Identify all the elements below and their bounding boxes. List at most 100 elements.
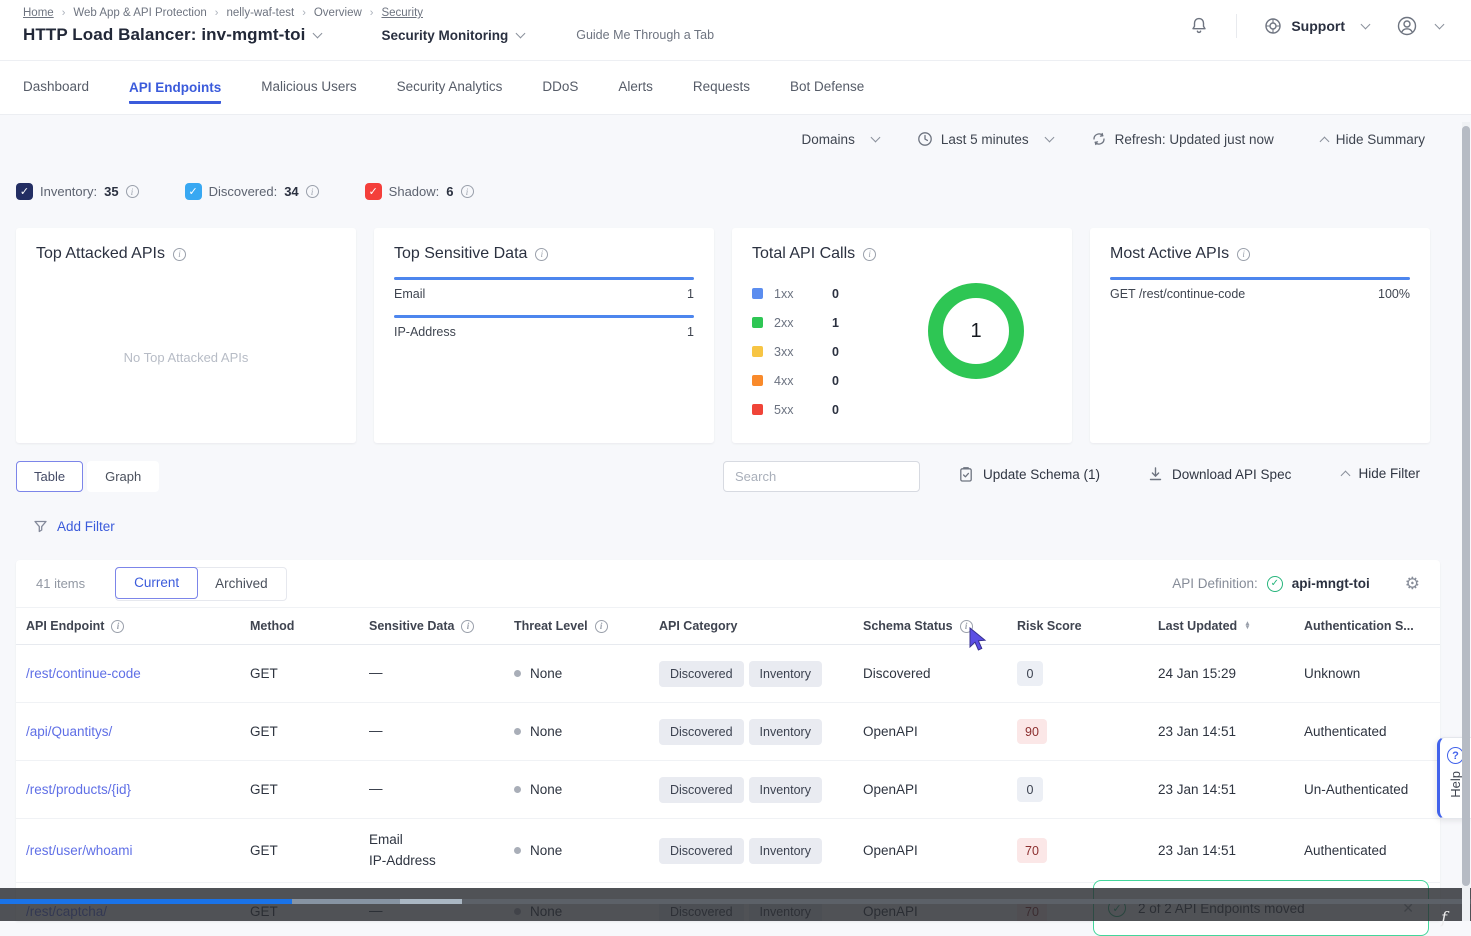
info-icon[interactable]: i [595,620,608,633]
empty-state-text: No Top Attacked APIs [16,350,356,365]
legend-swatch-4xx [752,375,763,386]
legend-value: 0 [832,403,839,417]
threat-level-cell: None [514,666,659,681]
breadcrumb-waap[interactable]: Web App & API Protection [73,7,206,19]
legend-swatch-1xx [752,288,763,299]
info-icon[interactable]: i [461,185,474,198]
info-icon[interactable]: i [306,185,319,198]
time-range-dropdown[interactable]: Last 5 minutes [917,131,1053,147]
info-icon[interactable]: i [863,248,876,261]
category-badge: Discovered [659,661,744,687]
endpoint-link[interactable]: /rest/user/whoami [26,843,250,858]
user-icon [1395,14,1419,38]
bar [394,277,694,280]
hide-summary-label: Hide Summary [1336,132,1425,147]
table-row: /api/Quantitys/ GET — None Discovered In… [16,703,1440,761]
api-definition: API Definition: ✓ api-mngt-toi ⚙ [1172,574,1420,594]
endpoint-link[interactable]: /rest/continue-code [26,666,250,681]
account-menu[interactable] [1395,14,1443,38]
info-icon[interactable]: i [126,185,139,198]
breadcrumb-home[interactable]: Home [23,7,54,19]
archived-filter-button[interactable]: Archived [197,568,286,600]
inventory-checkbox[interactable]: ✓ [16,183,33,200]
tab-bar: Dashboard API Endpoints Malicious Users … [0,61,1471,115]
info-icon[interactable]: i [960,620,973,633]
update-schema-button[interactable]: Update Schema (1) [958,466,1100,483]
tab-bot-defense[interactable]: Bot Defense [790,79,864,96]
tab-api-endpoints[interactable]: API Endpoints [129,80,221,104]
hide-summary-toggle[interactable]: Hide Summary [1312,132,1425,147]
download-api-spec-button[interactable]: Download API Spec [1148,466,1291,482]
card-total-api-calls: Total API Calls i 1xx0 2xx1 3xx0 4xx0 5x… [732,228,1072,443]
api-category-cell: Discovered Inventory [659,719,863,745]
funnel-icon [33,519,48,534]
endpoint-link[interactable]: /api/Quantitys/ [26,724,250,739]
breadcrumb-namespace[interactable]: nelly-waf-test [226,7,294,19]
hide-filter-label: Hide Filter [1358,466,1420,481]
chevron-down-icon [1435,20,1445,30]
metric-label: IP-Address [394,325,456,339]
tab-security-analytics[interactable]: Security Analytics [397,79,503,96]
threat-dot-icon [514,786,521,793]
current-filter-button[interactable]: Current [115,567,198,599]
schema-status-cell: OpenAPI [863,782,1017,797]
auth-state-cell: Authenticated [1304,843,1440,858]
domains-dropdown[interactable]: Domains [802,132,879,147]
tab-requests[interactable]: Requests [693,79,750,96]
method-cell: GET [250,666,369,681]
shadow-checkbox[interactable]: ✓ [365,183,382,200]
tab-malicious-users[interactable]: Malicious Users [261,79,356,96]
chevron-down-icon[interactable] [516,29,526,39]
info-icon[interactable]: i [1237,248,1250,261]
discovered-checkbox[interactable]: ✓ [185,183,202,200]
guide-me-link[interactable]: Guide Me Through a Tab [576,28,714,42]
tab-dashboard[interactable]: Dashboard [23,79,89,96]
bell-icon[interactable] [1188,15,1210,37]
col-threat-level: Threat Level [514,619,588,633]
col-risk-score: Risk Score [1017,619,1082,633]
legend-swatch-3xx [752,346,763,357]
watermark-text: f [1441,908,1447,927]
breadcrumb-overview[interactable]: Overview [314,7,362,19]
sort-icon[interactable]: ▲▼ [1244,622,1250,629]
discovered-counter: ✓ Discovered: 34 i [185,183,319,200]
security-monitoring-dropdown[interactable]: Security Monitoring [381,28,508,43]
search-input[interactable] [723,461,920,492]
gear-icon[interactable]: ⚙ [1405,574,1420,594]
last-updated-cell: 23 Jan 14:51 [1158,724,1304,739]
info-icon[interactable]: i [461,620,474,633]
domains-label: Domains [802,132,855,147]
endpoint-counters: ✓ Inventory: 35 i ✓ Discovered: 34 i ✓ S… [16,183,474,200]
refresh-label: Refresh: Updated just now [1115,132,1274,147]
breadcrumb-security[interactable]: Security [381,7,423,19]
breadcrumb-separator: › [370,7,374,19]
tab-ddos[interactable]: DDoS [542,79,578,96]
bar [394,315,694,318]
divider [1236,14,1237,38]
api-definition-value[interactable]: api-mngt-toi [1292,576,1370,591]
video-overlay-bar [0,888,1471,921]
support-menu[interactable]: Support [1263,16,1369,36]
add-filter-button[interactable]: Add Filter [33,519,115,534]
col-last-updated[interactable]: Last Updated [1158,619,1237,633]
page-title: HTTP Load Balancer: inv-mgmt-toi [23,25,305,45]
refresh-button[interactable]: Refresh: Updated just now [1091,131,1274,147]
info-icon[interactable]: i [535,248,548,261]
category-badge: Discovered [659,719,744,745]
chevron-down-icon[interactable] [313,29,323,39]
graph-view-button[interactable]: Graph [87,461,159,492]
endpoint-link[interactable]: /rest/products/{id} [26,782,250,797]
table-view-button[interactable]: Table [16,461,83,492]
scrollbar-thumb[interactable] [1462,126,1470,886]
tab-alerts[interactable]: Alerts [618,79,653,96]
auth-state-cell: Authenticated [1304,724,1440,739]
video-progress-played[interactable] [0,899,292,904]
metric-label: Email [394,287,425,301]
col-api-category: API Category [659,619,738,633]
schema-status-cell: OpenAPI [863,843,1017,858]
auth-state-cell: Unknown [1304,666,1440,681]
view-toggle: Table Graph [16,461,159,492]
hide-filter-toggle[interactable]: Hide Filter [1333,466,1420,481]
info-icon[interactable]: i [173,248,186,261]
info-icon[interactable]: i [111,620,124,633]
